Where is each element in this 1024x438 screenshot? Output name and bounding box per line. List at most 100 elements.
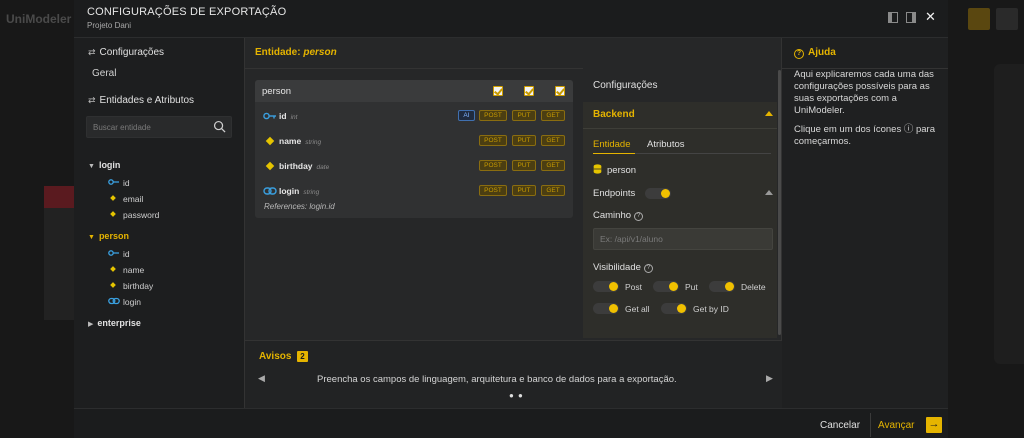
sidebar-attr[interactable]: name [108,265,144,275]
help-paragraph-2: Clique em um dos ícones ⓘ para começarmo… [794,124,935,147]
tab-entity[interactable]: Entidade [593,139,631,150]
settings-icon: ⇄ [88,47,96,57]
path-field [593,228,773,250]
entity-search-input[interactable] [93,121,203,134]
help-icon[interactable]: ? [643,264,653,273]
layout-right-panel-icon[interactable] [906,12,916,23]
cancel-button[interactable]: Cancelar [820,420,860,431]
warnings-title: Avisos [259,351,292,362]
field-row[interactable]: id int AI POST PUT GET [255,106,573,126]
references-note: References: login.id [264,202,335,211]
warnings-panel: Avisos 2 ◀ Preencha os campos de linguag… [245,340,783,408]
warning-message: Preencha os campos de linguagem, arquite… [317,374,677,385]
diamond-icon [108,281,122,291]
path-label: Caminho? [593,210,644,221]
sidebar-attr[interactable]: email [108,194,143,204]
put-badge[interactable]: PUT [512,110,536,121]
diamond-icon [108,265,122,275]
field-name-text: login [279,186,300,196]
sidebar-item-general[interactable]: Geral [92,68,116,79]
help-title: Ajuda [808,47,836,58]
export-settings-modal: CONFIGURAÇÕES DE EXPORTAÇÃO Projeto Dani… [74,0,948,438]
backend-entity-name: person [607,165,637,176]
arrow-right-icon[interactable]: → [926,417,942,433]
diamond-icon [265,161,275,171]
entity-name: person [98,231,129,241]
put-badge[interactable]: PUT [512,185,536,196]
select-all-post-checkbox[interactable] [493,86,503,96]
config-scrollbar[interactable] [778,70,781,335]
background-entity-header [44,186,74,208]
get-all-toggle[interactable] [593,303,619,314]
sidebar: ⇄ Configurações Geral ⇄ Entidades e Atribu… [74,38,244,408]
sidebar-attr[interactable]: birthday [108,281,153,291]
post-toggle-label: Post [625,282,643,292]
next-warning-icon[interactable]: ▶ [766,373,773,384]
tab-attributes[interactable]: Atributos [647,139,685,150]
post-badge[interactable]: POST [479,110,507,121]
entity-card: person id int AI POST PUT GET name string … [255,80,573,218]
get-by-id-toggle[interactable] [661,303,687,314]
collapse-caret-icon[interactable] [765,111,773,116]
select-all-put-checkbox[interactable] [524,86,534,96]
previous-warning-icon[interactable]: ◀ [258,373,265,384]
post-badge[interactable]: POST [479,135,507,146]
post-badge[interactable]: POST [479,160,507,171]
select-all-get-checkbox[interactable] [555,86,565,96]
path-input[interactable] [600,233,760,245]
sidebar-entity-person[interactable]: ▼ person [88,231,129,241]
sidebar-entity-enterprise[interactable]: ▶ enterprise [88,318,141,328]
entity-name: login [98,160,121,170]
field-row[interactable]: name string POST PUT GET [255,131,573,151]
field-name: id int [279,111,297,121]
layout-left-panel-icon[interactable] [888,12,898,23]
sidebar-attr[interactable]: id [108,249,130,259]
next-button[interactable]: Avançar [878,420,915,431]
sidebar-section-label: Entidades e Atributos [99,95,195,106]
divider [583,128,777,129]
modal-title: CONFIGURAÇÕES DE EXPORTAÇÃO [87,6,287,18]
get-badge[interactable]: GET [541,185,565,196]
post-toggle[interactable] [593,281,619,292]
sidebar-attr[interactable]: login [108,297,141,307]
attr-label: login [123,297,141,307]
title-entity: person [303,47,337,58]
attr-label: id [123,178,130,188]
close-icon[interactable]: ✕ [925,9,936,25]
path-label-text: Caminho [593,210,632,221]
field-type: string [305,139,322,146]
sidebar-section-label: Configurações [99,47,165,58]
background-entity-body [44,208,74,320]
backend-heading[interactable]: Backend [593,109,635,120]
get-badge[interactable]: GET [541,160,565,171]
field-type: date [316,164,330,171]
caret-right-icon: ▶ [88,321,94,328]
caret-down-icon: ▼ [88,163,95,170]
sidebar-section-config: ⇄ Configurações [88,47,164,58]
key-icon [263,112,276,120]
help-icon[interactable]: ? [634,212,644,221]
sidebar-entity-login[interactable]: ▼ login [88,160,120,170]
auto-increment-badge[interactable]: AI [458,110,475,121]
sidebar-attr[interactable]: password [108,210,159,220]
get-badge[interactable]: GET [541,110,565,121]
post-badge[interactable]: POST [479,185,507,196]
put-badge[interactable]: PUT [512,135,536,146]
endpoints-caret-icon[interactable] [765,190,773,195]
put-badge[interactable]: PUT [512,160,536,171]
tab-underline [593,153,771,154]
modal-footer: Cancelar Avançar → [74,408,948,438]
visibility-label-text: Visibilidade [593,262,641,273]
sidebar-attr[interactable]: id [108,178,130,188]
put-toggle[interactable] [653,281,679,292]
field-row[interactable]: birthday date POST PUT GET [255,156,573,176]
delete-toggle-label: Delete [741,282,766,292]
caret-down-icon: ▼ [88,234,95,241]
endpoints-toggle[interactable] [645,188,671,199]
field-row[interactable]: login string POST PUT GET [255,181,573,201]
search-icon[interactable] [213,120,226,133]
delete-toggle[interactable] [709,281,735,292]
warning-pagination-dots[interactable]: ● ● [509,391,524,400]
get-badge[interactable]: GET [541,135,565,146]
entity-card-header: person [255,80,573,102]
